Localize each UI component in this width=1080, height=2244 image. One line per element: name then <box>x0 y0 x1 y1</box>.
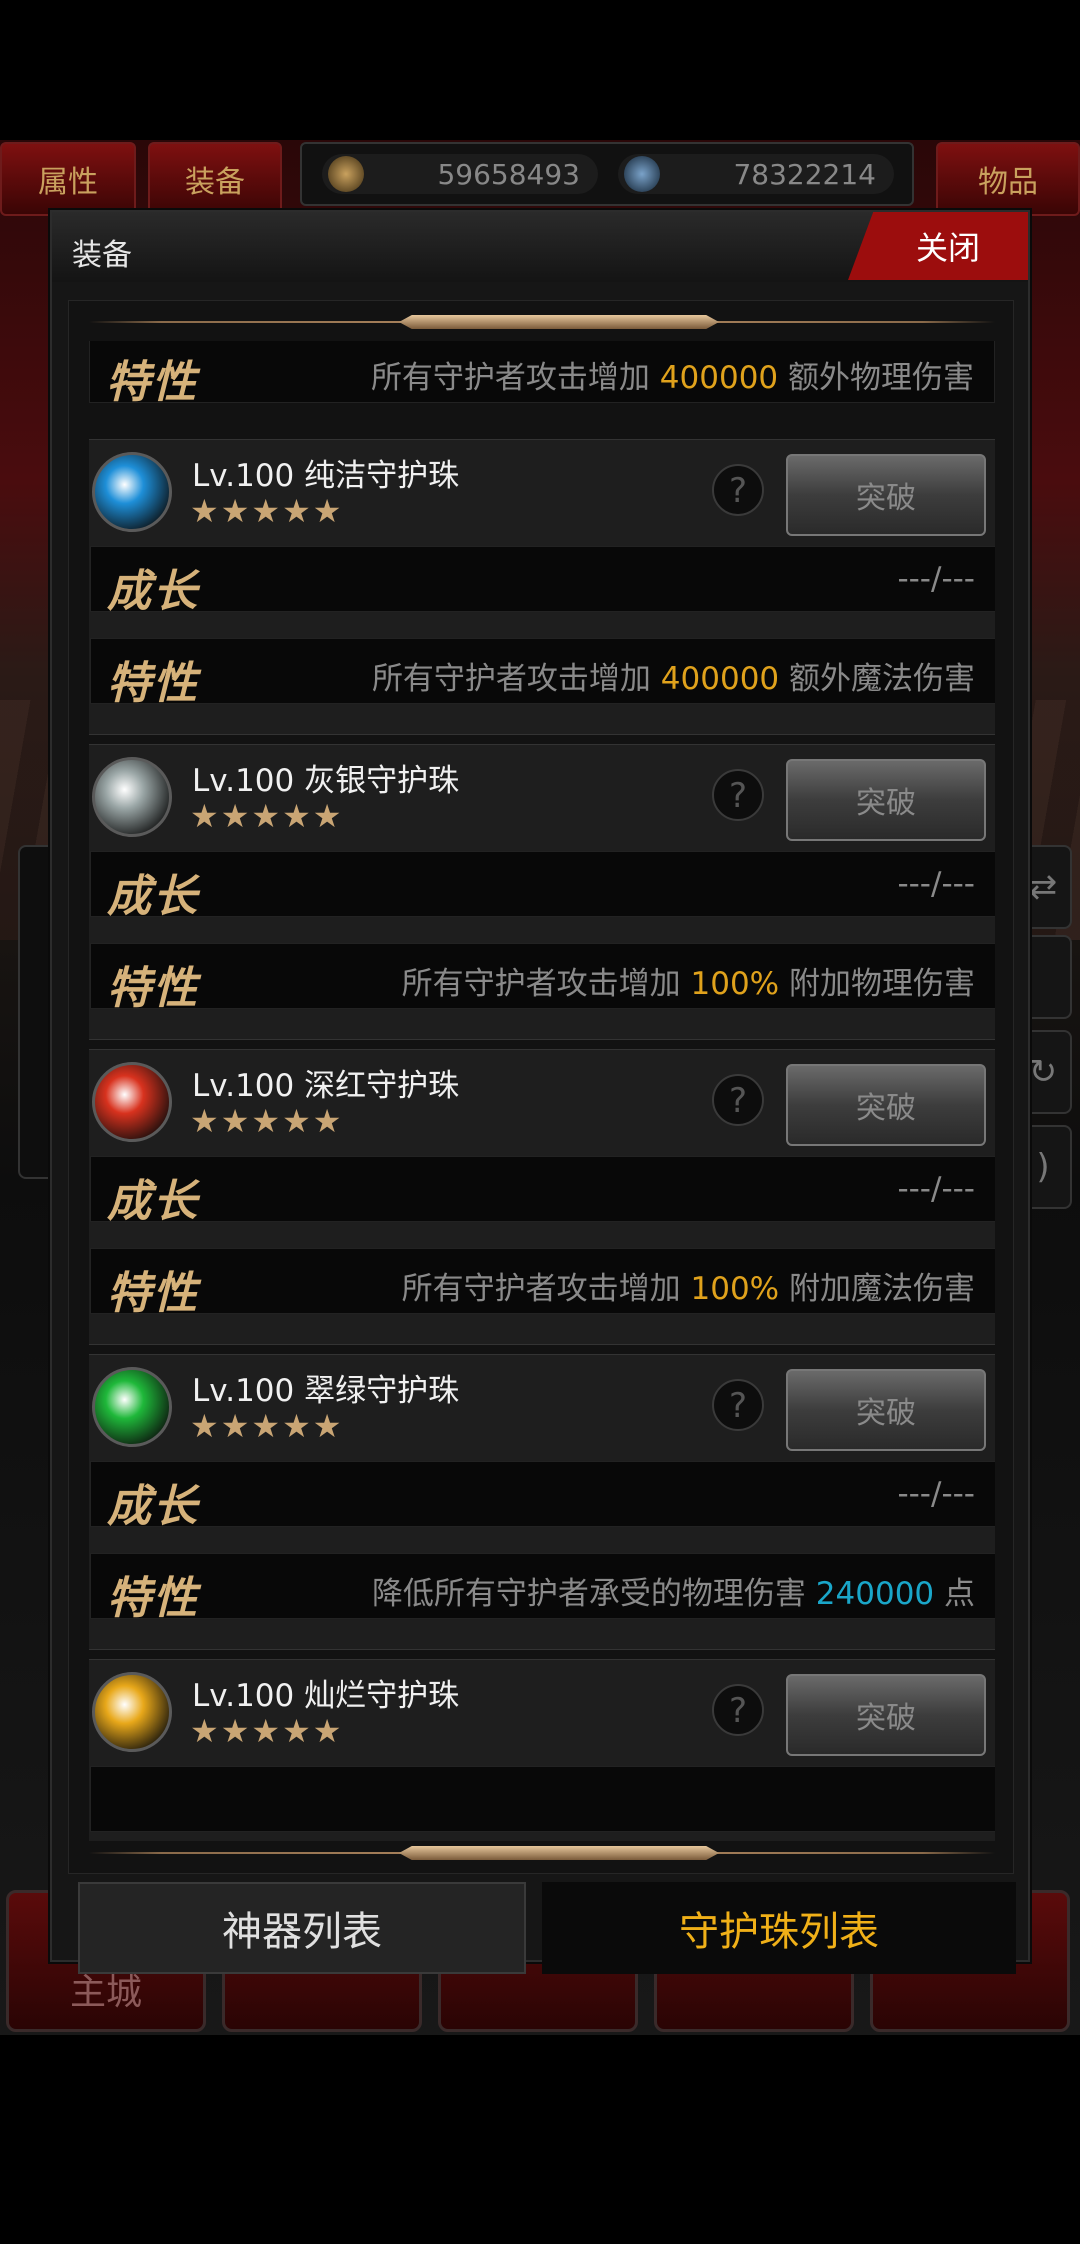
orb-name: Lv.100 深红守护珠 <box>192 1068 460 1104</box>
star-rating: ★★★★★ <box>190 1712 344 1750</box>
help-icon[interactable]: ? <box>712 1074 764 1126</box>
star-rating: ★★★★★ <box>190 492 344 530</box>
growth-row: 成长 ---/--- <box>90 1156 995 1227</box>
tab-orb-list[interactable]: 守护珠列表 <box>542 1882 1016 1974</box>
growth-row: 成长 ---/--- <box>90 1461 995 1532</box>
trait-label: 特性 <box>107 1573 199 1624</box>
orb-item: Lv.100 翠绿守护珠 ★★★★★ ? 突破 成长 ---/--- 特性 降低… <box>89 1354 995 1650</box>
skull-icon <box>624 156 660 192</box>
currency-skull-value: 78322214 <box>733 157 876 191</box>
tab-equipment[interactable]: 装备 <box>148 142 282 216</box>
growth-label: 成长 <box>107 566 199 617</box>
tab-items[interactable]: 物品 <box>936 142 1080 216</box>
tab-attributes[interactable]: 属性 <box>0 142 136 216</box>
orb-icon <box>92 452 172 532</box>
close-button[interactable]: 关闭 <box>848 212 1028 280</box>
breakthrough-button[interactable]: 突破 <box>786 1674 986 1756</box>
breakthrough-button[interactable]: 突破 <box>786 1369 986 1451</box>
help-icon[interactable]: ? <box>712 1379 764 1431</box>
currency-gold: 59658493 <box>322 154 598 194</box>
ornament-bottom <box>89 1844 995 1862</box>
growth-label: 成长 <box>107 871 199 922</box>
gold-icon <box>328 156 364 192</box>
orb-name: Lv.100 翠绿守护珠 <box>192 1373 460 1409</box>
dialog-header: 装备 关闭 <box>52 212 1028 282</box>
dialog-content: 特性 所有守护者攻击增加 400000 额外物理伤害 Lv.100 纯洁守护珠 … <box>68 300 1014 1874</box>
breakthrough-button[interactable]: 突破 <box>786 454 986 536</box>
orb-name: Lv.100 灰银守护珠 <box>192 763 460 799</box>
ornament-top <box>89 313 995 331</box>
trait-value: 所有守护者攻击增加 400000 额外物理伤害 <box>370 360 974 396</box>
orb-icon <box>92 1367 172 1447</box>
orb-item-header: Lv.100 深红守护珠 ★★★★★ ? 突破 <box>90 1050 995 1146</box>
growth-label: 成长 <box>107 1481 199 1532</box>
dialog-title: 装备 <box>72 238 132 273</box>
star-rating: ★★★★★ <box>190 797 344 835</box>
currency-skull: 78322214 <box>618 154 894 194</box>
trait-label: 特性 <box>107 658 199 709</box>
orb-name: Lv.100 灿烂守护珠 <box>192 1678 460 1714</box>
trait-label: 特性 <box>106 357 198 408</box>
orb-item-header: Lv.100 翠绿守护珠 ★★★★★ ? 突破 <box>90 1355 995 1451</box>
list-tabs: 神器列表 守护珠列表 <box>68 1882 1016 1974</box>
orb-item-header: Lv.100 灿烂守护珠 ★★★★★ ? 突破 <box>90 1660 995 1756</box>
orb-item: Lv.100 纯洁守护珠 ★★★★★ ? 突破 成长 ---/--- 特性 所有… <box>89 439 995 735</box>
trait-value: 所有守护者攻击增加 400000 额外魔法伤害 <box>371 661 975 697</box>
trait-row: 特性 所有守护者攻击增加 400000 额外物理伤害 <box>89 341 995 408</box>
currency-bar: 59658493 78322214 <box>300 142 914 206</box>
star-rating: ★★★★★ <box>190 1407 344 1445</box>
growth-row: 成长 ---/--- <box>90 546 995 617</box>
currency-gold-value: 59658493 <box>437 157 580 191</box>
growth-label: 成长 <box>107 1176 199 1227</box>
trait-label: 特性 <box>107 1268 199 1319</box>
breakthrough-button[interactable]: 突破 <box>786 1064 986 1146</box>
orb-item-header: Lv.100 灰银守护珠 ★★★★★ ? 突破 <box>90 745 995 841</box>
equipment-dialog: 装备 关闭 特性 所有守护者攻击增加 400000 额外物理伤害 Lv.100 … <box>50 210 1030 1974</box>
orb-item: Lv.100 深红守护珠 ★★★★★ ? 突破 成长 ---/--- 特性 所有… <box>89 1049 995 1345</box>
orb-item: Lv.100 灰银守护珠 ★★★★★ ? 突破 成长 ---/--- 特性 所有… <box>89 744 995 1040</box>
orb-list[interactable]: 特性 所有守护者攻击增加 400000 额外物理伤害 Lv.100 纯洁守护珠 … <box>89 341 995 1841</box>
growth-row <box>90 1766 995 1832</box>
tab-artifact-list[interactable]: 神器列表 <box>78 1882 526 1974</box>
help-icon[interactable]: ? <box>712 1684 764 1736</box>
trait-value: 降低所有守护者承受的物理伤害 240000 点 <box>371 1576 975 1612</box>
growth-row: 成长 ---/--- <box>90 851 995 922</box>
orb-icon <box>92 757 172 837</box>
trait-row: 特性 所有守护者攻击增加 100% 附加物理伤害 <box>90 943 995 1014</box>
growth-value: ---/--- <box>897 1476 975 1512</box>
growth-value: ---/--- <box>897 561 975 597</box>
help-icon[interactable]: ? <box>712 464 764 516</box>
trait-row: 特性 所有守护者攻击增加 400000 额外魔法伤害 <box>90 638 995 709</box>
orb-item-header: Lv.100 纯洁守护珠 ★★★★★ ? 突破 <box>90 440 995 536</box>
growth-value: ---/--- <box>897 1171 975 1207</box>
trait-value: 所有守护者攻击增加 100% 附加物理伤害 <box>401 966 975 1002</box>
star-rating: ★★★★★ <box>190 1102 344 1140</box>
orb-icon <box>92 1062 172 1142</box>
trait-label: 特性 <box>107 963 199 1014</box>
orb-name: Lv.100 纯洁守护珠 <box>192 458 460 494</box>
help-icon[interactable]: ? <box>712 769 764 821</box>
breakthrough-button[interactable]: 突破 <box>786 759 986 841</box>
growth-value: ---/--- <box>897 866 975 902</box>
orb-icon <box>92 1672 172 1752</box>
trait-row: 特性 所有守护者攻击增加 100% 附加魔法伤害 <box>90 1248 995 1319</box>
trait-row: 特性 降低所有守护者承受的物理伤害 240000 点 <box>90 1553 995 1624</box>
orb-item: Lv.100 灿烂守护珠 ★★★★★ ? 突破 <box>89 1659 995 1841</box>
trait-value: 所有守护者攻击增加 100% 附加魔法伤害 <box>401 1271 975 1307</box>
